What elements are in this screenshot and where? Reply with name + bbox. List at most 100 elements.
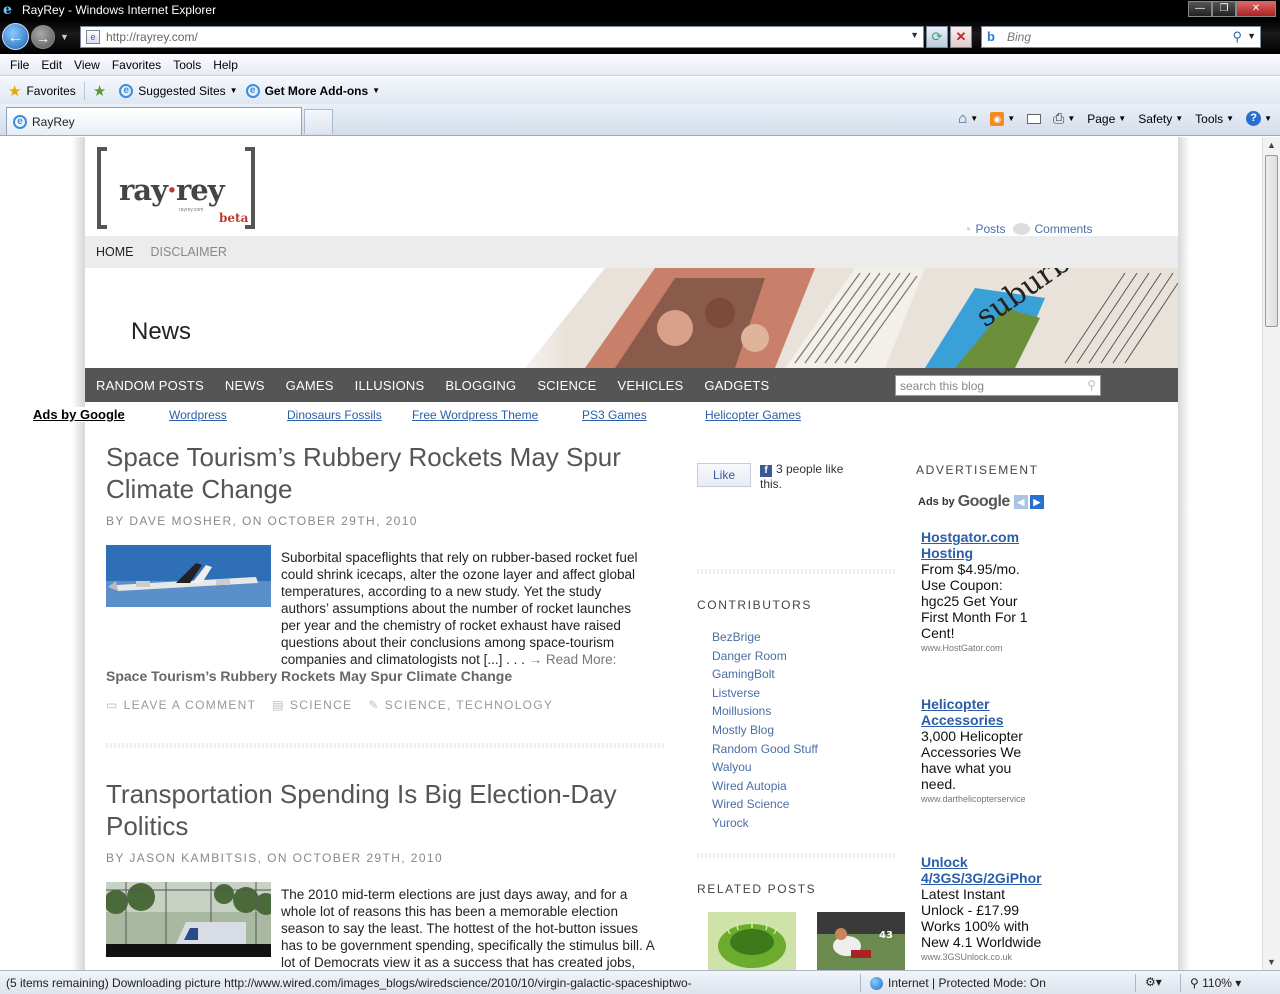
favorites-button[interactable]: ★ Favorites: [8, 82, 76, 100]
address-dropdown-icon[interactable]: ▼: [910, 30, 919, 40]
contributor-link[interactable]: Danger Room: [712, 647, 818, 666]
zoom-level[interactable]: ⚲ 110% ▾: [1190, 976, 1241, 990]
menu-help[interactable]: Help: [213, 58, 238, 72]
suggested-sites-button[interactable]: e Suggested Sites ▼: [119, 83, 238, 98]
contributor-link[interactable]: Random Good Stuff: [712, 740, 818, 759]
ad-url[interactable]: www.HostGator.com: [921, 643, 1051, 653]
read-mail-button[interactable]: [1027, 113, 1042, 124]
scroll-down-icon[interactable]: ▼: [1267, 957, 1276, 967]
cat-blogging[interactable]: BLOGGING: [445, 378, 516, 393]
search-icon[interactable]: ⚲: [1087, 378, 1096, 392]
contributor-link[interactable]: GamingBolt: [712, 665, 818, 684]
contributor-link[interactable]: Listverse: [712, 684, 818, 703]
ie-page-icon: e: [119, 83, 134, 98]
subscribe-comments-link[interactable]: Comments: [1034, 222, 1092, 236]
maximize-button[interactable]: ❐: [1212, 1, 1236, 17]
ads-by-google-label[interactable]: Ads by Google: [33, 407, 125, 422]
command-bar: ⌂ ▼ ◉ ▼ ⎙ ▼ Page ▼ Safety ▼ Tools ▼ ? ▼: [946, 110, 1272, 127]
address-bar[interactable]: e http://rayrey.com/ ▼: [80, 26, 924, 48]
address-url[interactable]: http://rayrey.com/: [106, 30, 198, 44]
ad-link[interactable]: PS3 Games: [582, 408, 647, 422]
security-zone[interactable]: Internet | Protected Mode: On: [870, 976, 1046, 990]
contributor-link[interactable]: Wired Science: [712, 795, 818, 814]
scrollbar-thumb[interactable]: [1265, 155, 1278, 327]
contributor-link[interactable]: Yurock: [712, 814, 818, 833]
ad-url[interactable]: www.3GSUnlock.co.uk: [921, 952, 1051, 962]
scroll-up-icon[interactable]: ▲: [1267, 140, 1276, 150]
protected-mode-icon[interactable]: ⚙▾: [1145, 975, 1162, 989]
menu-favorites[interactable]: Favorites: [112, 58, 161, 72]
site-search-input[interactable]: search this blog ⚲: [895, 375, 1101, 396]
search-options-dropdown-icon[interactable]: ▼: [1247, 31, 1256, 41]
post-divider: [106, 743, 664, 748]
ad-next-arrow-icon[interactable]: ▶: [1029, 495, 1044, 509]
new-tab-button[interactable]: [304, 109, 333, 134]
ad-link[interactable]: Wordpress: [169, 408, 227, 422]
ad-title-link[interactable]: Unlock 4/3GS/3G/2GiPhor: [921, 854, 1051, 886]
read-more-link[interactable]: → Read More:: [529, 652, 617, 667]
ad-link[interactable]: Dinosaurs Fossils: [287, 408, 382, 422]
contributor-link[interactable]: Wired Autopia: [712, 777, 818, 796]
cat-random-posts[interactable]: RANDOM POSTS: [96, 378, 204, 393]
page-menu[interactable]: Page ▼: [1087, 112, 1126, 126]
contributor-link[interactable]: Moillusions: [712, 702, 818, 721]
recent-pages-dropdown[interactable]: ▼: [60, 32, 69, 42]
search-input[interactable]: b Bing ⚲ ▼: [981, 26, 1261, 48]
tags-links[interactable]: SCIENCE, TECHNOLOGY: [385, 698, 554, 712]
post-thumbnail-train[interactable]: [106, 882, 271, 957]
help-menu[interactable]: ? ▼: [1246, 111, 1272, 126]
ad-url[interactable]: www.darthelicopterservice: [921, 794, 1051, 804]
vertical-scrollbar[interactable]: ▲ ▼: [1262, 137, 1280, 970]
nav-disclaimer[interactable]: DISCLAIMER: [151, 245, 227, 259]
print-button[interactable]: ⎙ ▼: [1053, 110, 1075, 127]
back-button[interactable]: ←: [2, 23, 29, 50]
menu-edit[interactable]: Edit: [41, 58, 62, 72]
forward-button[interactable]: →: [31, 25, 55, 49]
cat-games[interactable]: GAMES: [286, 378, 334, 393]
cat-science[interactable]: SCIENCE: [537, 378, 596, 393]
ad-link[interactable]: Helicopter Games: [705, 408, 801, 422]
get-more-addons-button[interactable]: e Get More Add-ons ▼: [245, 83, 380, 98]
feeds-button[interactable]: ◉ ▼: [990, 111, 1015, 126]
tab-rayrey[interactable]: e RayRey: [6, 107, 302, 135]
post-thumbnail-spaceship[interactable]: [106, 545, 271, 607]
post-title[interactable]: Space Tourism’s Rubbery Rockets May Spur…: [106, 441, 646, 505]
site-logo[interactable]: ray·rey rayrey.com beta: [97, 147, 255, 229]
read-more-title-link[interactable]: Space Tourism’s Rubbery Rockets May Spur…: [106, 668, 512, 684]
contributor-link[interactable]: Mostly Blog: [712, 721, 818, 740]
close-button[interactable]: ✕: [1236, 1, 1276, 17]
category-link[interactable]: SCIENCE: [290, 698, 352, 712]
ads-by-google-badge[interactable]: Ads by Google ◀ ▶: [918, 493, 1044, 511]
cat-gadgets[interactable]: GADGETS: [704, 378, 769, 393]
home-button[interactable]: ⌂ ▼: [958, 110, 978, 127]
ad-title-link[interactable]: Helicopter Accessories: [921, 696, 1051, 728]
menu-file[interactable]: File: [10, 58, 29, 72]
site-search-placeholder: search this blog: [900, 379, 985, 393]
menu-view[interactable]: View: [74, 58, 100, 72]
contributor-link[interactable]: Walyou: [712, 758, 818, 777]
cat-vehicles[interactable]: VEHICLES: [618, 378, 684, 393]
contributor-link[interactable]: BezBrige: [712, 628, 818, 647]
cat-illusions[interactable]: ILLUSIONS: [355, 378, 425, 393]
post-meta: BY JASON KAMBITSIS, ON OCTOBER 29TH, 201…: [106, 851, 444, 865]
related-post-thumbnail-plant[interactable]: [708, 912, 796, 970]
cat-news[interactable]: NEWS: [225, 378, 265, 393]
stop-button[interactable]: ✕: [950, 26, 972, 48]
subscribe-posts-link[interactable]: Posts: [975, 222, 1005, 236]
facebook-like-button[interactable]: Like: [697, 463, 751, 487]
refresh-button[interactable]: ⟳: [926, 26, 948, 48]
menu-tools[interactable]: Tools: [173, 58, 201, 72]
post-title[interactable]: Transportation Spending Is Big Election-…: [106, 778, 646, 842]
ad-title-link[interactable]: Hostgator.com Hosting: [921, 529, 1051, 561]
search-icon[interactable]: ⚲: [1232, 29, 1242, 45]
minimize-button[interactable]: —: [1188, 1, 1212, 17]
tools-menu[interactable]: Tools ▼: [1195, 112, 1234, 126]
ad-prev-arrow-icon[interactable]: ◀: [1013, 495, 1028, 509]
safety-menu[interactable]: Safety ▼: [1138, 112, 1183, 126]
related-post-thumbnail-baseball[interactable]: 43: [817, 912, 905, 970]
nav-home[interactable]: HOME: [96, 245, 134, 259]
ad-link[interactable]: Free Wordpress Theme: [412, 408, 538, 422]
leave-comment-link[interactable]: LEAVE A COMMENT: [124, 698, 257, 712]
add-to-favorites-bar-button[interactable]: ★: [93, 82, 111, 100]
related-posts-heading: RELATED POSTS: [697, 882, 817, 896]
